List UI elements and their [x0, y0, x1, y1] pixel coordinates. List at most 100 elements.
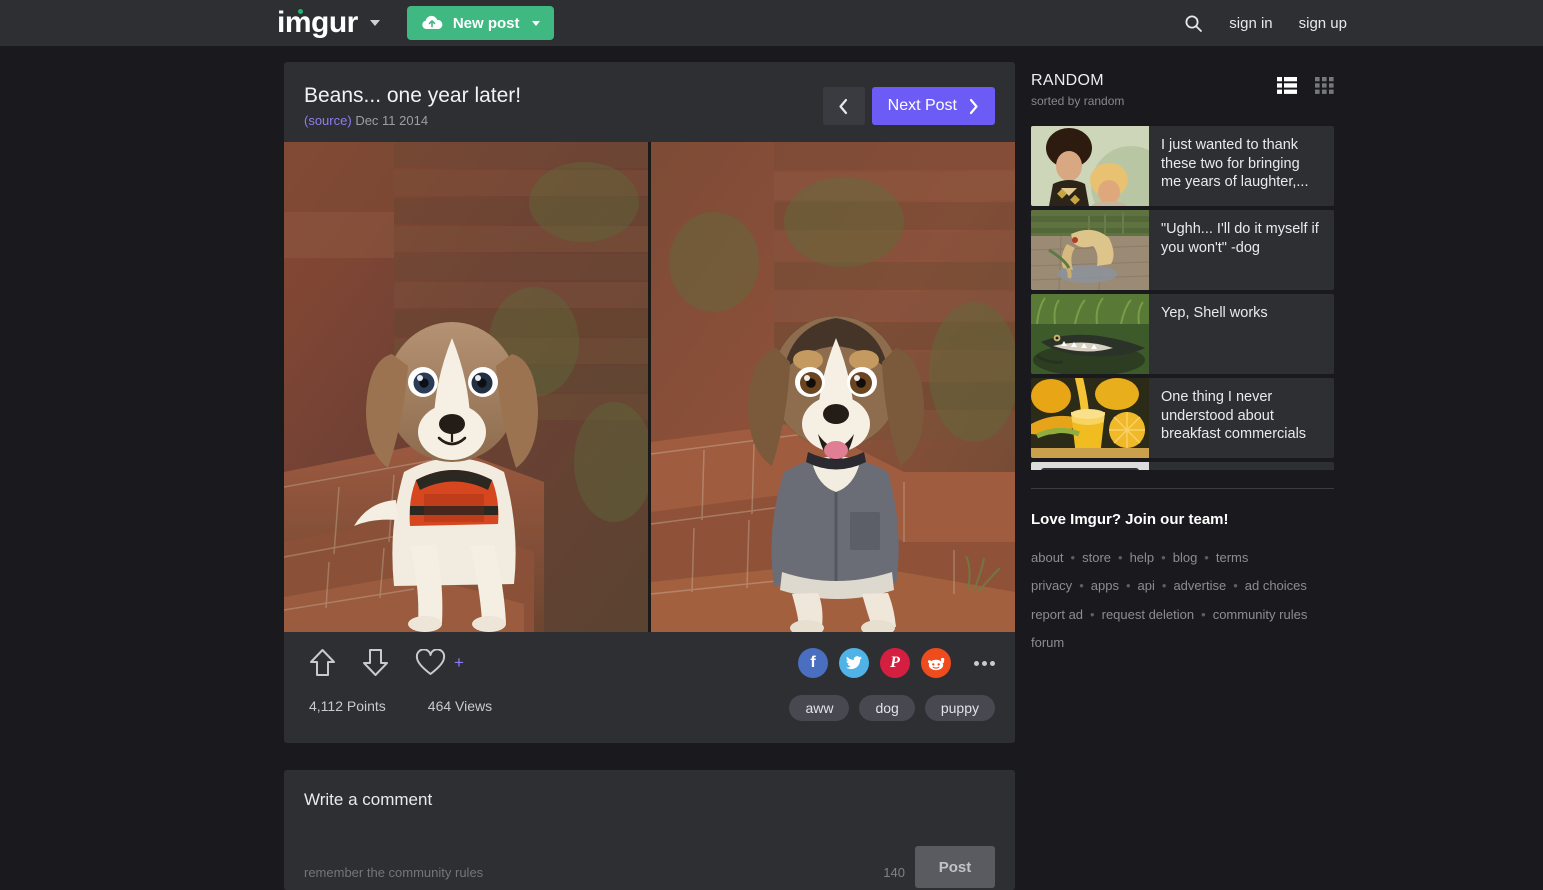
nav-right-group: sign in sign up [1184, 14, 1347, 33]
ellipsis-dot [974, 660, 979, 666]
post-panel: Beans... one year later! (source) Dec 11… [284, 62, 1015, 743]
tag-list: aww dog puppy [789, 695, 995, 721]
chevron-left-icon [839, 98, 848, 114]
list-item[interactable] [1031, 462, 1334, 470]
share-icon-group: f P [798, 648, 995, 678]
heart-icon [415, 649, 446, 675]
ellipsis-icon[interactable] [974, 660, 995, 666]
favorite-button[interactable]: + [415, 649, 464, 677]
post-header: Beans... one year later! (source) Dec 11… [284, 62, 1015, 142]
imgur-logo[interactable]: imgur [277, 8, 358, 38]
list-item-thumbnail [1031, 378, 1149, 458]
points-count: 4,112 Points [309, 698, 386, 714]
nav-left-group: imgur New post [277, 6, 554, 40]
arrow-up-icon[interactable] [309, 648, 336, 678]
sidebar-divider [1031, 488, 1334, 489]
footer-link-request-deletion[interactable]: request deletion [1102, 607, 1195, 622]
share-reddit-icon[interactable] [921, 648, 951, 678]
footer-link-ad-choices[interactable]: ad choices [1245, 578, 1307, 593]
footer-link-report-ad[interactable]: report ad [1031, 607, 1083, 622]
comment-panel: Write a comment 140 Post [284, 770, 1015, 890]
list-item-title: I just wanted to thank these two for bri… [1161, 137, 1309, 191]
views-count: 464 Views [427, 698, 493, 714]
footer-row: report ad • request deletion • community rul… [1031, 601, 1334, 629]
source-link[interactable]: (source) [304, 113, 352, 128]
facebook-glyph: f [810, 654, 816, 671]
character-counter: 140 [883, 865, 905, 880]
list-item[interactable]: One thing I never understood about break… [1031, 378, 1334, 458]
favorite-plus-label: + [454, 653, 464, 672]
footer-link-help[interactable]: help [1130, 550, 1155, 565]
footer-link-blog[interactable]: blog [1173, 550, 1198, 565]
list-item[interactable]: I just wanted to thank these two for bri… [1031, 126, 1334, 206]
list-item-title: "Ughh... I'll do it myself if you won't"… [1161, 221, 1319, 256]
footer-link-advertise[interactable]: advertise [1173, 578, 1226, 593]
sign-up-link[interactable]: sign up [1299, 15, 1347, 32]
cloud-upload-icon [421, 15, 443, 31]
footer-link-terms[interactable]: terms [1216, 550, 1249, 565]
post-image[interactable] [284, 142, 1015, 632]
sidebar-post-list[interactable]: I just wanted to thank these two for bri… [1031, 126, 1334, 470]
footer-separator: • [1201, 606, 1206, 622]
footer-link-community-rules[interactable]: community rules [1213, 607, 1308, 622]
share-facebook-icon[interactable]: f [798, 648, 828, 678]
share-pinterest-icon[interactable]: P [880, 648, 910, 678]
list-item[interactable]: "Ughh... I'll do it myself if you won't"… [1031, 210, 1334, 290]
sidebar-title: RANDOM [1031, 72, 1104, 89]
tag-item[interactable]: aww [789, 695, 850, 721]
page-title: Beans... one year later! [304, 84, 522, 107]
new-post-button[interactable]: New post [406, 6, 554, 40]
comment-heading: Write a comment [304, 790, 433, 809]
footer-row: forum [1031, 629, 1334, 657]
footer-link-store[interactable]: store [1082, 550, 1111, 565]
tag-item[interactable]: puppy [924, 695, 995, 721]
footer-link-api[interactable]: api [1138, 578, 1155, 593]
footer-link-about[interactable]: about [1031, 550, 1064, 565]
post-comment-button[interactable]: Post [915, 846, 995, 888]
ellipsis-dot [982, 660, 987, 666]
list-item-thumbnail [1031, 462, 1149, 470]
sidebar-header: RANDOM sorted by random [1031, 72, 1334, 108]
sign-in-link[interactable]: sign in [1229, 15, 1272, 32]
footer-separator: • [1125, 578, 1131, 594]
footer-separator: • [1233, 578, 1238, 594]
chevron-down-icon[interactable] [369, 20, 380, 26]
votes-column: + 4,112 Points 464 Views [304, 648, 774, 721]
post-counts: 4,112 Points 464 Views [304, 698, 774, 714]
list-item-title: One thing I never understood about break… [1161, 389, 1307, 443]
sidebar: RANDOM sorted by random I just wanted to… [1031, 72, 1334, 658]
new-post-label: New post [452, 14, 520, 32]
footer-links: about • store • help • blog • terms privacy • apps… [1031, 544, 1334, 658]
join-team-link[interactable]: Love Imgur? Join our team! [1031, 511, 1334, 528]
view-toggle-group [1277, 72, 1334, 94]
post-date: Dec 11 2014 [355, 113, 429, 128]
footer-separator: • [1161, 550, 1166, 565]
new-post-chevron-down-icon [531, 20, 540, 26]
tag-item[interactable]: dog [859, 695, 915, 721]
comment-input[interactable] [304, 865, 884, 880]
post-navigation-buttons: Next Post [822, 84, 995, 125]
imgur-logo-text: imgur [277, 6, 358, 39]
share-twitter-icon[interactable] [839, 648, 869, 678]
grid-view-icon[interactable] [1315, 77, 1334, 94]
footer-link-privacy[interactable]: privacy [1031, 578, 1072, 593]
previous-post-button[interactable] [822, 87, 865, 125]
share-column: f P aww dog puppy [774, 648, 995, 721]
list-item[interactable]: Yep, Shell works [1031, 294, 1334, 374]
list-view-icon[interactable] [1277, 77, 1297, 94]
footer-separator: • [1161, 578, 1167, 594]
list-item-title: Yep, Shell works [1161, 305, 1268, 321]
footer-row: about • store • help • blog • terms [1031, 544, 1334, 572]
next-post-button[interactable]: Next Post [871, 87, 995, 125]
footer-link-forum[interactable]: forum [1031, 635, 1064, 650]
sidebar-title-group: RANDOM sorted by random [1031, 72, 1277, 108]
footer-link-apps[interactable]: apps [1091, 578, 1119, 593]
pinterest-glyph: P [890, 654, 900, 671]
list-item-thumbnail [1031, 294, 1149, 374]
search-icon[interactable] [1184, 14, 1203, 33]
comment-input-row: 140 Post [304, 846, 995, 888]
footer-row: privacy • apps • api • advertise • ad choices [1031, 572, 1334, 600]
footer-separator: • [1118, 550, 1123, 565]
arrow-down-icon[interactable] [362, 648, 389, 678]
footer-separator: • [1204, 550, 1209, 565]
